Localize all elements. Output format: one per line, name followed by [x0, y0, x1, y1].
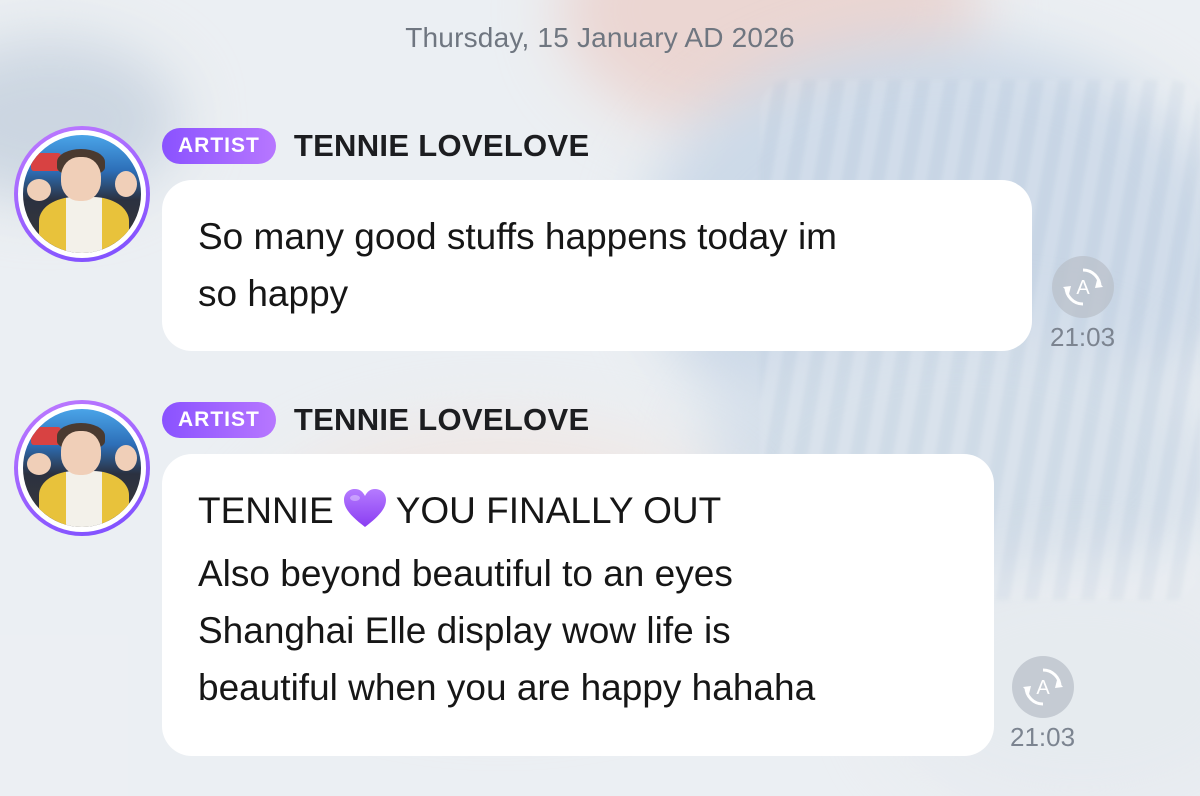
avatar-photo	[18, 130, 146, 258]
svg-text:A: A	[1076, 277, 1090, 299]
message-bubble[interactable]: TENNIE YOU FINALLY OUT Also beyond beauti…	[162, 454, 994, 756]
auto-translate-icon[interactable]: A	[1011, 656, 1074, 718]
author-name[interactable]: TENNIE LOVELOVE	[294, 128, 590, 164]
message-bubble[interactable]: So many good stuffs happens today im so …	[162, 180, 1032, 351]
purple-heart-icon	[342, 487, 388, 545]
message-text-line: Shanghai Elle display wow life is	[198, 610, 731, 651]
avatar[interactable]	[14, 126, 150, 262]
message-text-line: beautiful when you are happy hahaha	[198, 667, 816, 708]
avatar-photo	[18, 404, 146, 532]
avatar[interactable]	[14, 400, 150, 536]
message-meta: A 21:03	[1010, 656, 1075, 753]
message-text-line: So many good stuffs happens today im	[198, 216, 837, 257]
artist-badge: ARTIST	[162, 402, 276, 438]
date-separator: Thursday, 15 January AD 2026	[405, 22, 795, 53]
message-text-segment: YOU FINALLY OUT	[395, 490, 722, 531]
message-text-line: TENNIE YOU FINALLY OUT	[198, 482, 958, 545]
auto-translate-icon[interactable]: A	[1051, 256, 1114, 318]
message-header: ARTIST TENNIE LOVELOVE	[162, 128, 589, 164]
message-header: ARTIST TENNIE LOVELOVE	[162, 402, 589, 438]
chat-screen: Thursday, 15 January AD 2026 ARTIST TENN…	[0, 0, 1200, 796]
message-meta: A 21:03	[1050, 256, 1115, 353]
svg-text:A: A	[1036, 677, 1050, 699]
artist-badge: ARTIST	[162, 128, 276, 164]
message-time: 21:03	[1010, 722, 1076, 752]
author-name[interactable]: TENNIE LOVELOVE	[294, 402, 590, 438]
message-text-line: so happy	[198, 273, 349, 314]
message-text-line: Also beyond beautiful to an eyes	[198, 553, 733, 594]
message-time: 21:03	[1050, 322, 1116, 352]
message-text-segment: TENNIE	[198, 490, 334, 531]
